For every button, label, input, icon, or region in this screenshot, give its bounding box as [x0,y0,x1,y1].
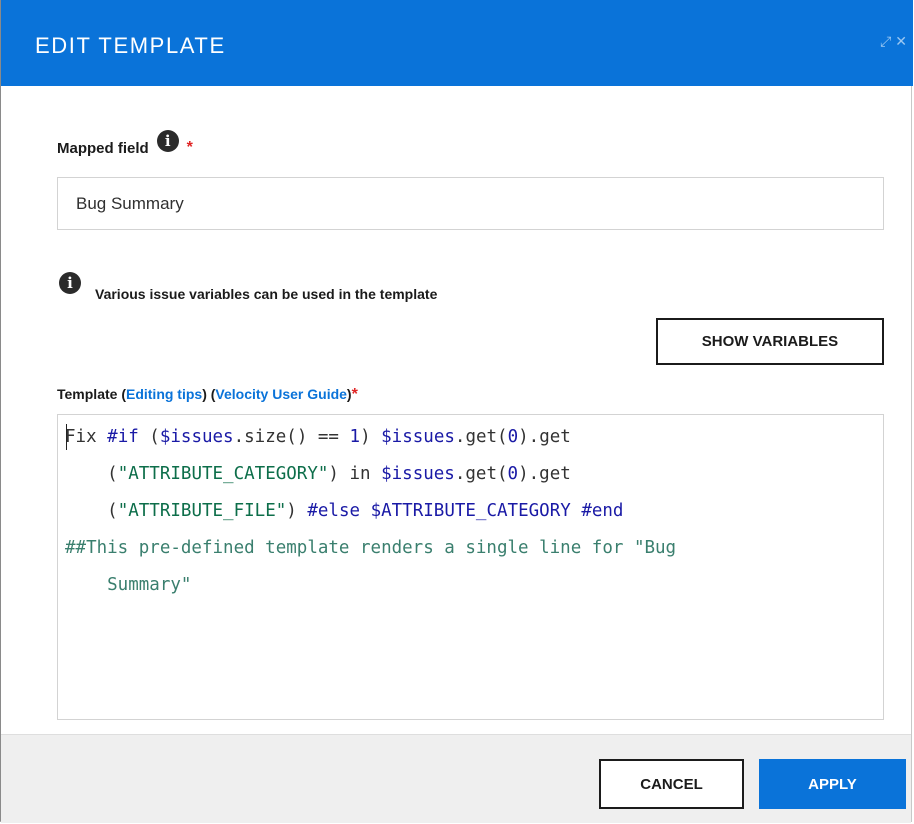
dialog-footer: CANCEL APPLY [1,734,911,823]
mapped-field-required-mark: * [186,139,193,156]
code-line-3: ("ATTRIBUTE_FILE") #else $ATTRIBUTE_CATE… [65,501,624,521]
code-line-4: ##This pre-defined template renders a si… [65,538,677,558]
code-line-1: Fix #if ($issues.size() == 1) $issues.ge… [65,427,571,447]
velocity-user-guide-link[interactable]: Velocity User Guide [215,386,347,402]
editing-tips-link[interactable]: Editing tips [126,386,202,402]
apply-button[interactable]: APPLY [759,759,906,809]
close-icon[interactable]: ✕ [895,34,907,48]
mapped-field-label-row: Mapped field i * [57,130,193,157]
template-code-editor[interactable]: Fix #if ($issues.size() == 1) $issues.ge… [57,414,884,720]
mapped-field-label: Mapped field [57,139,149,157]
show-variables-button[interactable]: SHOW VARIABLES [656,318,884,365]
dialog-header: EDIT TEMPLATE ⤢ ✕ [1,0,913,86]
template-required-mark: * [351,386,358,403]
mapped-field-info-icon[interactable]: i [156,130,179,152]
template-label-between: ) ( [202,386,216,402]
template-label: Template (Editing tips) (Velocity User G… [57,386,358,404]
dialog-title: EDIT TEMPLATE [35,33,226,58]
header-icons: ⤢ ✕ [880,34,907,48]
edit-template-dialog: EDIT TEMPLATE ⤢ ✕ Mapped field i * i Var… [0,0,913,823]
cancel-button[interactable]: CANCEL [599,759,744,809]
code-line-2: ("ATTRIBUTE_CATEGORY") in $issues.get(0)… [65,464,571,484]
variables-hint-text: Various issue variables can be used in t… [95,286,438,302]
variables-info-icon: i [59,272,81,294]
template-label-prefix: Template ( [57,386,126,402]
code-line-5: Summary" [65,575,192,595]
expand-icon[interactable]: ⤢ [880,34,891,48]
mapped-field-input[interactable] [57,177,884,230]
